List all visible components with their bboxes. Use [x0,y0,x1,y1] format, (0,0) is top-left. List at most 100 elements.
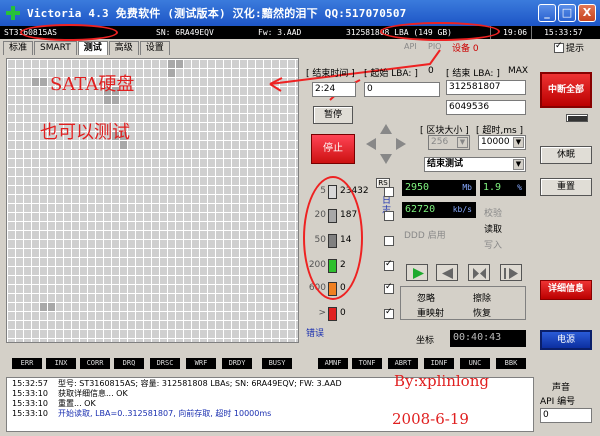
speed-unit: Mb [462,183,472,192]
minimize-button[interactable]: _ [538,4,556,22]
counter-log-checkbox[interactable] [384,187,394,197]
play-button[interactable] [406,264,428,281]
radio-remap[interactable]: 重映射 [417,306,444,319]
annotation-author: By:xplinlong [394,372,489,390]
slow-block-cell [48,303,55,311]
annotation-sata: SATA硬盘 [50,74,135,95]
radio-read[interactable]: 读取 [484,222,502,235]
end-time-input[interactable]: 2:24 [312,82,356,97]
arrow-up-icon[interactable] [380,124,392,134]
counter-log-checkbox[interactable] [384,259,394,271]
counter-threshold: > [318,308,326,318]
radio-restore[interactable]: 恢复 [473,306,491,319]
start-lba-input[interactable]: 0 [364,82,440,97]
current-lba-display: 6049536 [446,100,526,115]
counter-color-box [328,307,337,321]
led-amnf: AMNF [318,358,348,369]
log-row: 15:33:10 重置... OK [12,399,533,409]
stop-button[interactable]: 停止 [311,134,355,164]
log-time: 15:33:10 [12,409,48,418]
led-inx: INX [46,358,76,369]
remap-errors-label: 错误 [306,329,325,339]
chevron-down-icon: ▼ [457,137,468,148]
repair-mode-group: 忽略 擦除 重映射 恢复 [400,286,526,320]
skip-end-icon [504,268,518,279]
rate-display: 62720 kb/s [402,202,476,218]
grid-checkbox[interactable]: 坐标 [416,333,434,346]
ddd-enable-checkbox[interactable]: DDD 启用 [404,228,446,241]
maximize-button[interactable]: □ [558,4,576,22]
clock: 15:33:57 [544,28,583,37]
tab-bar: 标准 SMART 测试 高级 设置 [3,41,171,55]
hint-label: 提示 [566,44,585,54]
tab-smart[interactable]: SMART [34,41,77,55]
counter-log-checkbox[interactable] [384,211,394,221]
title-bar: Victoria 4.3 免费软件 (测试版本) 汉化:黯然的泪下 QQ:517… [0,0,600,26]
sound-checkbox[interactable]: 声音 [552,380,570,393]
block-size-select[interactable]: 256 ▼ [428,135,470,150]
app-cross-icon [5,5,21,21]
led-idnf: IDNF [424,358,454,369]
end-lba-input[interactable]: 312581807 [446,80,526,95]
end-action-value: 结束测试 [427,159,464,169]
percent-unit: % [517,183,522,192]
log-time: 15:33:10 [12,399,48,408]
sleep-button[interactable]: 休眠 [540,146,592,164]
led-drq: DRQ [114,358,144,369]
counter-row: >0 [306,306,376,322]
arrow-left-icon[interactable] [366,138,376,150]
led-tonf: TONF [352,358,382,369]
timeout-select[interactable]: 10000 ▼ [478,135,526,150]
tab-standard[interactable]: 标准 [3,41,34,55]
end-time-label: [ 结束时间 ] [306,69,355,79]
radio-erase[interactable]: 擦除 [473,291,491,304]
log-time: 15:33:10 [12,389,48,398]
radio-write[interactable]: 写入 [484,238,502,251]
close-button[interactable]: X [578,4,596,22]
api-number-label: API 编号 [540,397,576,407]
break-all-button[interactable]: 中断全部 [540,72,592,108]
counter-log-checkbox[interactable] [384,236,394,246]
window-title: Victoria 4.3 免费软件 (测试版本) 汉化:黯然的泪下 QQ:517… [27,7,407,20]
end-action-select[interactable]: 结束测试 ▼ [424,157,526,172]
hint-checkbox[interactable]: 提示 [554,41,584,54]
reset-button[interactable]: 重置 [540,178,592,196]
hint-check-icon [554,41,564,53]
led-unc: UNC [460,358,490,369]
rewind-button[interactable] [436,264,458,281]
clock-small: 19:06 [503,28,528,37]
counter-log-checkbox[interactable] [384,282,394,294]
log-message: 开始读取, LBA=0..312581807, 向前存取, 超时 10000ms [58,409,272,418]
tab-advanced[interactable]: 高级 [108,41,139,55]
power-button[interactable]: 电源 [540,330,592,350]
reverse-icon [442,268,453,279]
arrow-right-icon[interactable] [396,138,406,150]
skip-back-button[interactable] [468,264,490,281]
tab-test[interactable]: 测试 [77,41,108,55]
rate-unit: kb/s [452,205,472,214]
direction-pad[interactable] [364,122,408,166]
rate-value: 62720 [405,204,436,215]
end-lba-max[interactable]: MAX [508,66,528,76]
timeout-value: 10000 [481,137,510,147]
slow-block-cell [40,303,47,311]
annotation-circle-model [20,24,118,41]
elapsed-timer: 00:40:43 [450,330,526,347]
speed-display: 2950 Mb [402,180,476,196]
skip-end-button[interactable] [500,264,522,281]
start-lba-label: [ 起始 LBA: ] [364,69,418,79]
pause-button[interactable]: 暂停 [313,106,353,124]
api-number-input[interactable]: 0 [540,408,592,423]
start-lba-zero[interactable]: 0 [428,66,434,76]
radio-ignore[interactable]: 忽略 [417,291,435,304]
radio-verify[interactable]: 校验 [484,206,502,219]
led-wrf: WRF [186,358,216,369]
drive-firmware: Fw: 3.AAD [258,28,302,37]
slow-block-cell [32,78,39,86]
counter-log-checkbox[interactable] [384,307,394,319]
counter-value: 0 [340,308,346,318]
led-drsc: DRSC [150,358,180,369]
speed-value: 2950 [405,182,430,193]
arrow-down-icon[interactable] [380,154,392,164]
details-button[interactable]: 详细信息 [540,280,592,300]
